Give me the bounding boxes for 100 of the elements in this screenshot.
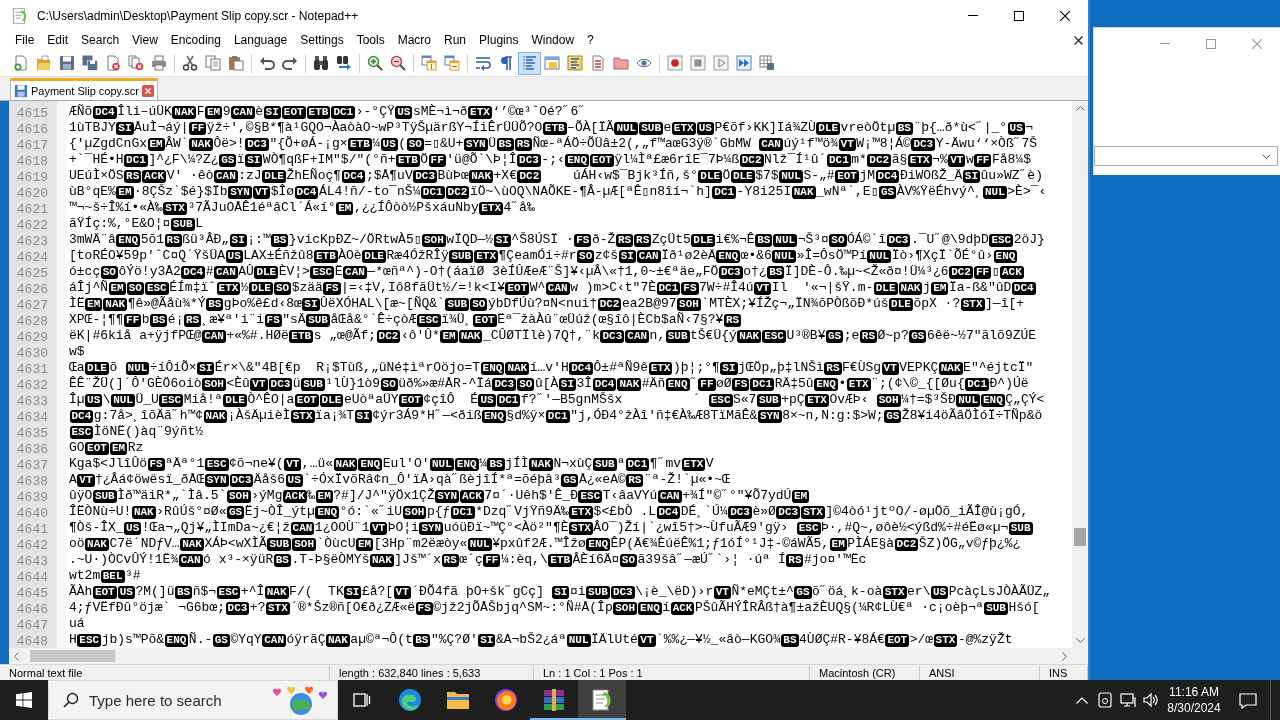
control-char: DC2 [739, 153, 764, 167]
code-text: wÏQD—½ [446, 232, 494, 248]
control-char: SUB [592, 457, 617, 471]
chevron-right-icon[interactable] [1062, 651, 1067, 661]
task-view-icon[interactable] [353, 691, 371, 709]
menu-item[interactable]: Run [437, 32, 473, 49]
code-text: w [965, 152, 974, 168]
menu-item[interactable]: File [8, 32, 41, 49]
play-icon [713, 55, 729, 71]
control-char: EM [829, 537, 847, 551]
code-text: ?#]/J^"ÿÖx1ÇŽ [333, 488, 435, 504]
control-char: ENQ [665, 377, 690, 391]
code-text: ¤i [569, 584, 586, 600]
control-char: NUL [566, 633, 591, 647]
control-char: CAN [625, 329, 650, 343]
binoculars-icon [313, 55, 329, 71]
menu-item[interactable]: ? [580, 32, 601, 49]
code-text: 2öJ} [1013, 232, 1045, 248]
control-char: STX [290, 409, 315, 423]
chevron-left-icon[interactable] [14, 651, 19, 661]
code-text: \¡è_\ëD)›r [635, 584, 714, 600]
speech-bubble-icon[interactable] [1239, 691, 1257, 709]
menu-item[interactable]: Window [524, 32, 581, 49]
control-char: SOH [402, 505, 427, 519]
menu-item[interactable]: Settings [293, 32, 351, 49]
close-icon[interactable] [1060, 10, 1070, 21]
code-text: †¿Âá¢öwësï_ðÅŒ [95, 472, 205, 488]
code-text: ¬ [1025, 120, 1034, 136]
code-text: í…v'H [529, 360, 569, 376]
code-text: XÁÞ<wXÌÃ [204, 536, 267, 552]
menu-item[interactable]: Macro [391, 32, 438, 49]
control-char: DC4 [1011, 281, 1036, 295]
line-number: 4647 [16, 618, 48, 633]
control-char: SO [619, 553, 638, 567]
chevron-down-icon [1262, 153, 1271, 159]
device-icon[interactable] [1097, 692, 1112, 708]
code-text: ûÿO [69, 488, 93, 504]
chevron-down-icon[interactable] [1075, 638, 1085, 643]
code-text: b [141, 312, 150, 328]
code-text: W¡™8¦Á© [856, 136, 911, 152]
speaker-icon[interactable] [1142, 692, 1159, 708]
control-char: SYN [228, 185, 252, 199]
pages-icon [205, 55, 221, 71]
control-char: ETB [289, 329, 314, 343]
menu-item[interactable]: Plugins [472, 32, 525, 49]
code-text: `ÒùcU [316, 536, 356, 552]
control-char: NUL [956, 393, 980, 407]
control-char: RS [124, 169, 142, 183]
document-cross-icon [105, 55, 121, 71]
document-tab[interactable]: Payment Slip copy.scr [10, 78, 158, 100]
clock-date[interactable]: 8/30/2024 [1167, 700, 1221, 716]
control-char: NUL [983, 185, 1007, 199]
menu-item[interactable]: View [125, 32, 165, 49]
code-text: [3Hp¨m2ëæòy« [373, 536, 468, 552]
code-text: 4;ƒVËfÐû°öjæ` ¬G6bœ; [69, 600, 226, 616]
control-char: STX [933, 633, 958, 647]
code-text: ÌöNË()àq¨9ýñt½ [93, 424, 204, 440]
menu-item[interactable]: Tools [350, 32, 392, 49]
control-char: DLE [249, 281, 273, 295]
close-icon[interactable] [1074, 36, 1083, 45]
menu-item[interactable]: Language [227, 32, 294, 49]
dropdown-field[interactable] [1094, 146, 1278, 166]
clock-time[interactable]: 11:16 AM [1169, 684, 1219, 700]
control-char: ETB [348, 137, 372, 151]
fast-forward-icon [736, 55, 752, 71]
code-text: $<£bÒ .L [593, 504, 656, 520]
line-number: 4620 [16, 186, 48, 201]
maximize-icon[interactable] [1014, 10, 1024, 21]
control-char: VT [713, 585, 731, 599]
control-char: BS [413, 633, 431, 647]
code-text: ?M(]ü [135, 584, 175, 600]
control-char: ACK [460, 489, 484, 503]
code-text: 9 [222, 104, 231, 120]
menu-item[interactable]: Edit [40, 32, 75, 49]
control-char: CAN [290, 521, 315, 535]
control-char: ESC [310, 265, 335, 279]
search-field[interactable]: Type here to search [48, 680, 338, 720]
control-char: US [124, 521, 142, 535]
scrollbar-thumb[interactable] [30, 650, 115, 662]
control-char: SI [354, 409, 372, 423]
control-char: DC2 [445, 185, 470, 199]
control-char: DC4 [294, 185, 319, 199]
code-text: ( [398, 136, 407, 152]
control-char: STX [569, 521, 593, 535]
code-text: ‘’©œ³ˆOé?˝6˝ [492, 104, 586, 120]
control-char: ENQ [164, 633, 189, 647]
menu-item[interactable]: Encoding [164, 32, 228, 49]
control-char: SOH [422, 233, 446, 247]
code-text: ³# [125, 568, 141, 584]
menu-item[interactable]: Search [74, 32, 126, 49]
control-char: ETX [681, 457, 706, 471]
code-text: .T-Þ§ëÒMYš [291, 552, 370, 568]
network-monitor-icon[interactable] [1119, 692, 1136, 708]
scrollbar-thumb[interactable] [1074, 528, 1086, 546]
code-text: WÒ¶qßF+IM"$/"(°ñ+ [262, 152, 396, 168]
code-text: `%%¿—¥½_«âò—KGO¾ [656, 632, 781, 648]
taskbar-button[interactable] [578, 680, 626, 720]
code-text: Rz [127, 440, 144, 456]
windows-logo-icon[interactable] [16, 692, 32, 708]
code-text: Îµ [69, 392, 85, 408]
